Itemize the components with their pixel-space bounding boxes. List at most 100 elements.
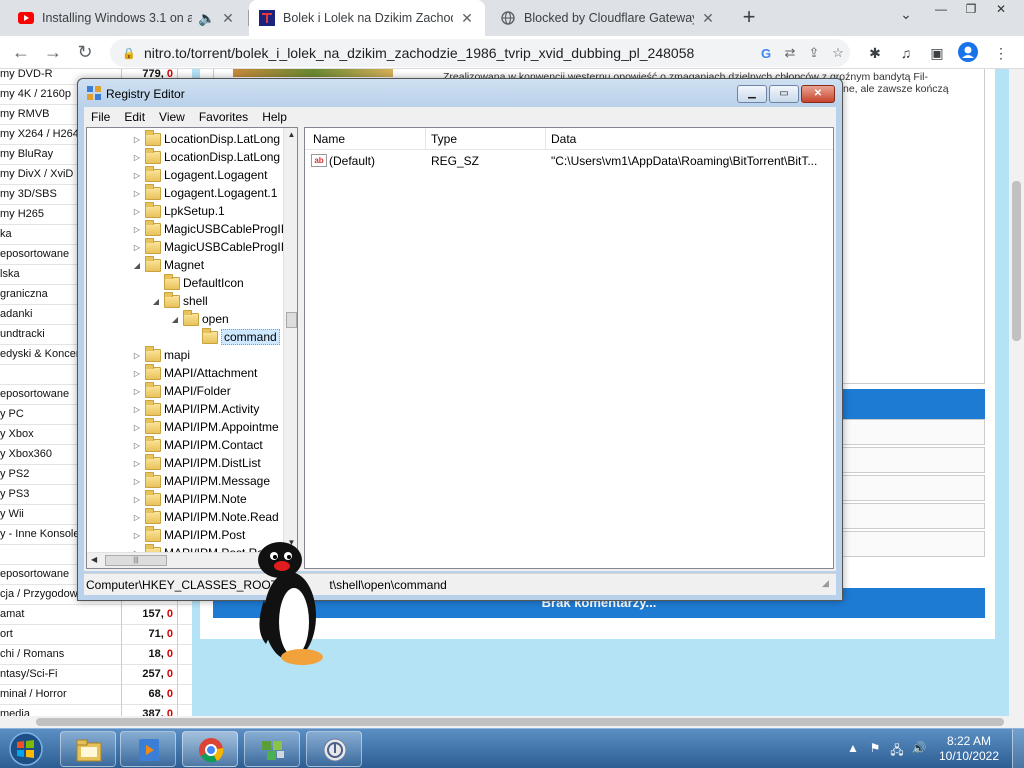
taskbar-bittorrent[interactable]: [306, 731, 362, 767]
taskbar-chrome[interactable]: [182, 731, 238, 767]
tree-node-label[interactable]: mapi: [164, 348, 190, 362]
translate-icon[interactable]: ⇄: [778, 45, 802, 61]
expand-arrow-icon[interactable]: ◢: [131, 261, 143, 270]
share-icon[interactable]: ⇪: [802, 45, 826, 61]
taskbar-media-player[interactable]: [120, 731, 176, 767]
expand-arrow-icon[interactable]: ▷: [131, 459, 143, 468]
tree-node[interactable]: command: [188, 327, 280, 346]
page-vertical-scrollbar[interactable]: [1009, 69, 1024, 728]
tree-node-label[interactable]: MAPI/IPM.DistList: [164, 456, 261, 470]
expand-arrow-icon[interactable]: ▷: [131, 405, 143, 414]
tab-cloudflare[interactable]: Blocked by Cloudflare Gateway ✕: [490, 0, 726, 36]
scroll-thumb[interactable]: [1012, 181, 1021, 341]
system-clock[interactable]: 8:22 AM 10/10/2022: [930, 734, 1008, 764]
expand-arrow-icon[interactable]: ▷: [131, 495, 143, 504]
expand-arrow-icon[interactable]: ▷: [131, 513, 143, 522]
tree-node-label[interactable]: MagicUSBCableProgII: [164, 240, 284, 254]
column-type-header[interactable]: Type: [431, 132, 457, 146]
window-titlebar[interactable]: Registry Editor ▁ ▭ ✕: [78, 79, 842, 107]
tree-node-label[interactable]: Magnet: [164, 258, 204, 272]
expand-arrow-icon[interactable]: ▷: [131, 135, 143, 144]
show-desktop-button[interactable]: [1012, 729, 1024, 768]
tree-node[interactable]: ▷ mapi: [131, 345, 190, 364]
tree-node-label[interactable]: Logagent.Logagent: [164, 168, 267, 182]
tree-node-label[interactable]: MAPI/IPM.Note: [164, 492, 247, 506]
audio-icon[interactable]: 🔈: [198, 10, 215, 27]
extensions-puzzle-icon[interactable]: ✱: [864, 42, 886, 64]
tree-node[interactable]: ▷ Logagent.Logagent.1: [131, 183, 277, 202]
tab-search-chevron-icon[interactable]: ⌄: [896, 6, 916, 26]
menu-file[interactable]: File: [84, 110, 117, 124]
menu-favorites[interactable]: Favorites: [192, 110, 255, 124]
scroll-thumb[interactable]: [36, 718, 1004, 726]
tree-node-label[interactable]: MAPI/IPM.Post: [164, 528, 245, 542]
action-center-flag-icon[interactable]: ⚑: [867, 741, 883, 757]
menu-help[interactable]: Help: [255, 110, 294, 124]
tree-node-label[interactable]: LpkSetup.1: [164, 204, 225, 218]
tree-node[interactable]: ▷ Logagent.Logagent: [131, 165, 267, 184]
tree-node-label[interactable]: MAPI/IPM.Appointme: [164, 420, 279, 434]
tree-node-label[interactable]: open: [202, 312, 229, 326]
tree-node[interactable]: ▷ MAPI/IPM.Note: [131, 489, 247, 508]
tree-node-label[interactable]: shell: [183, 294, 208, 308]
side-panel-icon[interactable]: ▣: [926, 42, 948, 64]
category-row[interactable]: ntasy/Sci-Fi 257, 0: [0, 665, 192, 685]
reload-icon[interactable]: ↻: [72, 40, 98, 66]
page-horizontal-scrollbar[interactable]: [0, 716, 1009, 728]
tree-node-label[interactable]: MAPI/IPM.Message: [164, 474, 270, 488]
column-divider[interactable]: [425, 128, 426, 150]
tree-node[interactable]: ◢ open: [169, 309, 229, 328]
expand-arrow-icon[interactable]: ▷: [131, 189, 143, 198]
close-tab-icon[interactable]: ✕: [220, 10, 236, 27]
expand-arrow-icon[interactable]: ◢: [169, 315, 181, 324]
google-icon[interactable]: G: [754, 46, 778, 61]
close-window-button[interactable]: ✕: [986, 0, 1016, 22]
address-bar[interactable]: 🔒 nitro.to/torrent/bolek_i_lolek_na_dzik…: [110, 39, 850, 67]
tab-bolek[interactable]: Bolek i Lolek na Dzikim Zachodzie ✕: [249, 0, 485, 36]
back-arrow-icon[interactable]: ←: [8, 40, 34, 66]
expand-arrow-icon[interactable]: ▷: [131, 351, 143, 360]
network-icon[interactable]: 🖧: [889, 741, 905, 757]
expand-arrow-icon[interactable]: ▷: [131, 153, 143, 162]
close-tab-icon[interactable]: ✕: [700, 10, 716, 27]
menu-kebab-icon[interactable]: ⋮: [990, 42, 1012, 64]
tree-node[interactable]: ▷ MAPI/IPM.Activity: [131, 399, 259, 418]
tree-node[interactable]: ▷ MAPI/IPM.Contact: [131, 435, 263, 454]
tree-node-label[interactable]: command: [221, 329, 280, 345]
media-control-icon[interactable]: ♫: [895, 42, 917, 64]
category-row[interactable]: amat 157, 0: [0, 605, 192, 625]
expand-arrow-icon[interactable]: ▷: [131, 531, 143, 540]
category-row[interactable]: ort 71, 0: [0, 625, 192, 645]
scroll-thumb[interactable]: |||: [105, 555, 167, 566]
taskbar-package-app[interactable]: [244, 731, 300, 767]
profile-avatar-icon[interactable]: [957, 42, 979, 64]
category-row[interactable]: chi / Romans 18, 0: [0, 645, 192, 665]
column-data-header[interactable]: Data: [551, 132, 576, 146]
tree-node-label[interactable]: DefaultIcon: [183, 276, 244, 290]
expand-arrow-icon[interactable]: ▷: [131, 171, 143, 180]
taskbar-explorer[interactable]: [60, 731, 116, 767]
expand-arrow-icon[interactable]: ▷: [131, 387, 143, 396]
tree-node[interactable]: ▷ LpkSetup.1: [131, 201, 225, 220]
category-name[interactable]: amat: [0, 608, 120, 620]
tree-node-label[interactable]: MAPI/Folder: [164, 384, 231, 398]
tree-node[interactable]: ▷ LocationDisp.LatLong: [131, 129, 280, 148]
tree-node[interactable]: ▷ MAPI/IPM.Appointme: [131, 417, 279, 436]
registry-key-tree[interactable]: ▷ LocationDisp.LatLong ▷ LocationDisp.LatLo…: [86, 127, 298, 569]
tree-node-label[interactable]: LocationDisp.LatLong: [164, 132, 280, 146]
menu-view[interactable]: View: [152, 110, 192, 124]
new-tab-button[interactable]: +: [737, 4, 761, 30]
resize-grip-icon[interactable]: ◢: [822, 578, 834, 590]
menu-edit[interactable]: Edit: [117, 110, 152, 124]
expand-arrow-icon[interactable]: ▷: [131, 477, 143, 486]
category-name[interactable]: chi / Romans: [0, 648, 120, 660]
tree-node-label[interactable]: Logagent.Logagent.1: [164, 186, 277, 200]
tree-vertical-scrollbar[interactable]: ▲ ▼: [283, 128, 297, 552]
tree-node[interactable]: DefaultIcon: [150, 273, 244, 292]
tab-youtube[interactable]: Installing Windows 3.1 on an 🔈 ✕: [8, 0, 246, 36]
tree-node[interactable]: ▷ MAPI/IPM.Message: [131, 471, 270, 490]
expand-arrow-icon[interactable]: ▷: [131, 441, 143, 450]
tree-node[interactable]: ▷ MAPI/Attachment: [131, 363, 257, 382]
close-tab-icon[interactable]: ✕: [459, 10, 475, 27]
tree-node-label[interactable]: MagicUSBCableProgII: [164, 222, 284, 236]
